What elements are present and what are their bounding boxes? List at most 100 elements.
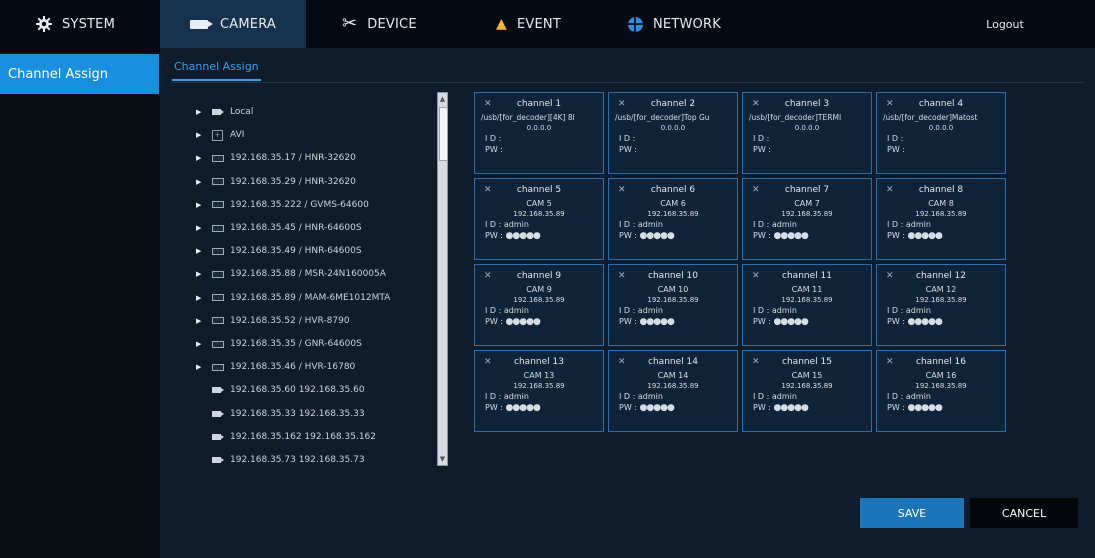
logout-button[interactable]: Logout <box>915 0 1095 48</box>
tree-item[interactable]: 192.168.35.162 192.168.35.162 <box>196 427 376 447</box>
tab-camera-label: CAMERA <box>220 16 276 32</box>
scroll-down-icon[interactable]: ▼ <box>438 453 447 465</box>
password-label: PW : <box>619 145 637 154</box>
tree-item-label: 192.168.35.89 / MAM-6ME1012MTA <box>230 292 391 303</box>
tree-item-label: 192.168.35.29 / HNR-32620 <box>230 176 356 187</box>
channel-address: 0.0.0.0 <box>928 124 954 132</box>
tab-event-label: EVENT <box>516 16 561 32</box>
password-label: PW : <box>485 145 503 154</box>
channel-cell[interactable]: ✕ channel 9 CAM 9 192.168.35.89 I D : admin P… <box>474 264 604 346</box>
expand-arrow-icon[interactable]: ▶ <box>196 247 206 255</box>
tree-item[interactable]: ▶ + AVI <box>196 125 244 145</box>
channel-cell[interactable]: ✕ channel 14 CAM 14 192.168.35.89 I D : admi… <box>608 350 738 432</box>
channel-name: channel 1 <box>516 99 562 109</box>
expand-arrow-icon[interactable]: ▶ <box>196 340 206 348</box>
channel-id: I D : admin <box>887 392 931 401</box>
channel-id: I D : admin <box>887 306 931 315</box>
channel-cell[interactable]: ✕ channel 8 CAM 8 192.168.35.89 I D : admin P… <box>876 178 1006 260</box>
tree-item[interactable]: 192.168.35.60 192.168.35.60 <box>196 380 365 400</box>
expand-arrow-icon[interactable]: ▶ <box>196 178 206 186</box>
tab-device[interactable]: ✂ DEVICE <box>306 0 446 48</box>
password-label: PW : <box>619 403 637 412</box>
channel-name: channel 9 <box>516 271 562 281</box>
channel-name: channel 6 <box>650 185 696 195</box>
sidebar-item-channel-assign[interactable]: Channel Assign <box>0 54 159 94</box>
scroll-thumb[interactable] <box>439 107 448 161</box>
channel-name: channel 12 <box>916 271 966 281</box>
tree-item[interactable]: ▶ 192.168.35.45 / HNR-64600S <box>196 218 362 238</box>
channel-cell[interactable]: ✕ channel 1/usb/[for_decoder][4K] 8l 0.0.0… <box>474 92 604 174</box>
channel-password: PW : ●●●●● <box>485 317 541 327</box>
channel-id: I D : admin <box>485 220 529 229</box>
channel-cell[interactable]: ✕ channel 4/usb/[for_decoder]Matost 0.0.0.… <box>876 92 1006 174</box>
tree-item[interactable]: ▶ 192.168.35.52 / HVR-8790 <box>196 311 350 331</box>
tree-item[interactable]: ▶ 192.168.35.49 / HNR-64600S <box>196 241 362 261</box>
channel-password: PW : ●●●●● <box>753 403 809 413</box>
channel-password: PW : ●●●●● <box>485 231 541 241</box>
channel-cell[interactable]: ✕ channel 15 CAM 15 192.168.35.89 I D : admi… <box>742 350 872 432</box>
tree-item[interactable]: ▶ 192.168.35.89 / MAM-6ME1012MTA <box>196 288 390 308</box>
sidebar: Channel Assign <box>0 48 160 558</box>
channel-name: channel 10 <box>648 271 698 281</box>
channel-address: 192.168.35.89 <box>915 296 967 304</box>
channel-address: 192.168.35.89 <box>781 210 833 218</box>
tree-item[interactable]: 192.168.35.33 192.168.35.33 <box>196 404 365 424</box>
tree-item[interactable]: 192.168.35.73 192.168.35.73 <box>196 450 365 470</box>
save-button[interactable]: SAVE <box>860 498 964 528</box>
tree-item-label: 192.168.35.222 / GVMS-64600 <box>230 199 369 210</box>
tree-item[interactable]: ▶ 192.168.35.88 / MSR-24N160005A <box>196 264 386 284</box>
tree-item-label: Local <box>230 107 254 117</box>
tree-item[interactable]: ▶ 192.168.35.29 / HNR-32620 <box>196 172 356 192</box>
tab-network[interactable]: NETWORK <box>586 0 746 48</box>
channel-name: channel 15 <box>782 357 832 367</box>
channel-cell[interactable]: ✕ channel 6 CAM 6 192.168.35.89 I D : admin P… <box>608 178 738 260</box>
tree-item[interactable]: ▶ 192.168.35.222 / GVMS-64600 <box>196 195 369 215</box>
channel-cell[interactable]: ✕ channel 5 CAM 5 192.168.35.89 I D : admin P… <box>474 178 604 260</box>
channel-cell[interactable]: ✕ channel 2/usb/[for_decoder]Top Gu 0.0.0.… <box>608 92 738 174</box>
tab-channel-assign[interactable]: Channel Assign <box>172 56 261 81</box>
tab-camera[interactable]: CAMERA <box>160 0 306 48</box>
channel-password: PW : ●●●●● <box>619 231 675 241</box>
channel-cell[interactable]: ✕ channel 16 CAM 16 192.168.35.89 I D : admi… <box>876 350 1006 432</box>
password-dots: ●●●●● <box>639 231 675 241</box>
channel-id: I D : <box>753 134 770 143</box>
expand-arrow-icon[interactable]: ▶ <box>196 270 206 278</box>
scroll-up-icon[interactable]: ▲ <box>438 93 447 105</box>
tab-system[interactable]: SYSTEM <box>0 0 158 48</box>
channel-address: 0.0.0.0 <box>660 124 686 132</box>
channel-cell[interactable]: ✕ channel 7 CAM 7 192.168.35.89 I D : admin P… <box>742 178 872 260</box>
channel-password: PW : ●●●●● <box>887 403 943 413</box>
expand-arrow-icon[interactable]: ▶ <box>196 363 206 371</box>
expand-arrow-icon[interactable]: ▶ <box>196 317 206 325</box>
cancel-button[interactable]: CANCEL <box>970 498 1078 528</box>
expand-arrow-icon[interactable]: ▶ <box>196 154 206 162</box>
tab-event[interactable]: ▲ EVENT <box>446 0 586 48</box>
tree-item[interactable]: ▶ 192.168.35.17 / HNR-32620 <box>196 148 356 168</box>
password-label: PW : <box>753 231 771 240</box>
tree-item[interactable]: ▶ Local <box>196 102 253 122</box>
channel-cell[interactable]: ✕ channel 10 CAM 10 192.168.35.89 I D : admi… <box>608 264 738 346</box>
channel-cell[interactable]: ✕ channel 11 CAM 11 192.168.35.89 I D : admi… <box>742 264 872 346</box>
expand-arrow-icon[interactable]: ▶ <box>196 224 206 232</box>
channel-address: 192.168.35.89 <box>647 296 699 304</box>
channel-cell[interactable]: ✕ channel 13 CAM 13 192.168.35.89 I D : admi… <box>474 350 604 432</box>
channel-cell[interactable]: ✕ channel 12 CAM 12 192.168.35.89 I D : admi… <box>876 264 1006 346</box>
channel-id: I D : <box>485 134 502 143</box>
nvr-icon <box>212 178 224 186</box>
expand-arrow-icon[interactable]: ▶ <box>196 108 206 116</box>
main-panel: Channel Assign ▶ Local ▶ + AVI ▶ 192.168.35.17… <box>160 48 1095 558</box>
tree-scrollbar[interactable]: ▲ ▼ <box>437 92 448 466</box>
camera-icon <box>190 19 213 29</box>
tree-item[interactable]: ▶ 192.168.35.46 / HVR-16780 <box>196 357 355 377</box>
expand-arrow-icon[interactable]: ▶ <box>196 201 206 209</box>
channel-name: channel 2 <box>650 99 696 109</box>
channel-source: CAM 13 <box>523 371 555 380</box>
tree-item[interactable]: ▶ 192.168.35.35 / GNR-64600S <box>196 334 362 354</box>
channel-cell[interactable]: ✕ channel 3/usb/[for_decoder]TERMI 0.0.0.0… <box>742 92 872 174</box>
expand-arrow-icon[interactable]: ▶ <box>196 131 206 139</box>
password-label: PW : <box>485 403 503 412</box>
nvr-icon <box>212 363 224 371</box>
expand-arrow-icon[interactable]: ▶ <box>196 294 206 302</box>
password-label: PW : <box>619 231 637 240</box>
channel-source: CAM 8 <box>928 199 954 208</box>
